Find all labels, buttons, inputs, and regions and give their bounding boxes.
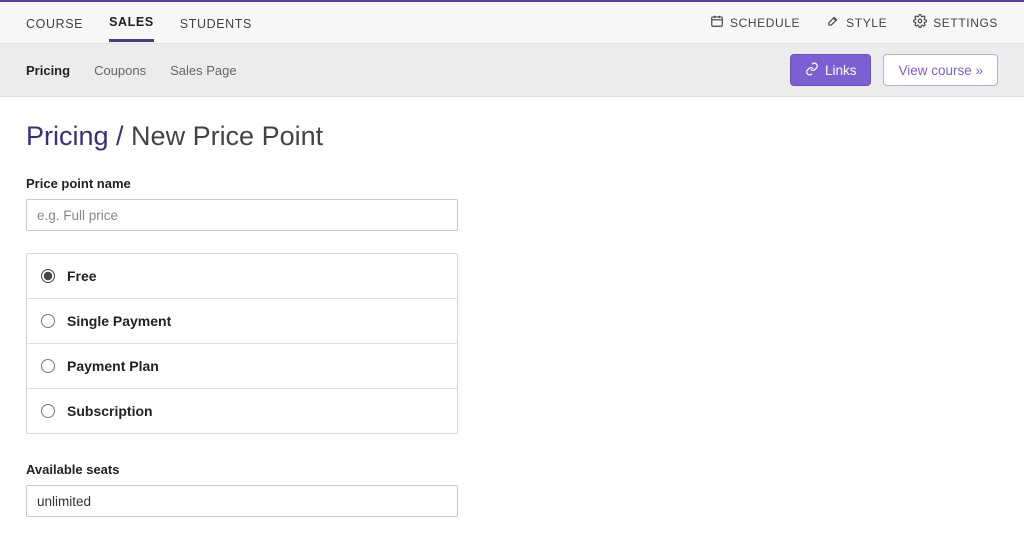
radio-free[interactable]: [41, 269, 55, 283]
view-course-label: View course »: [898, 63, 983, 78]
subnav-pricing[interactable]: Pricing: [26, 63, 70, 78]
radio-row-payment-plan[interactable]: Payment Plan: [27, 343, 457, 388]
links-button-label: Links: [825, 63, 857, 78]
radio-payment-plan[interactable]: [41, 359, 55, 373]
radio-row-subscription[interactable]: Subscription: [27, 388, 457, 433]
price-point-name-label: Price point name: [26, 176, 998, 191]
nav-sales[interactable]: SALES: [109, 3, 154, 42]
radio-single-payment-label: Single Payment: [67, 313, 171, 329]
sub-nav: Pricing Coupons Sales Page Links View co…: [0, 44, 1024, 97]
nav-schedule[interactable]: SCHEDULE: [710, 14, 800, 31]
available-seats-input[interactable]: [26, 485, 458, 517]
content-area: Pricing / New Price Point Price point na…: [0, 97, 1024, 557]
nav-settings[interactable]: SETTINGS: [913, 14, 998, 31]
link-icon: [805, 62, 819, 79]
radio-subscription[interactable]: [41, 404, 55, 418]
price-type-radio-list: Free Single Payment Payment Plan Subscri…: [26, 253, 458, 434]
radio-row-free[interactable]: Free: [27, 254, 457, 298]
nav-style[interactable]: STYLE: [826, 14, 887, 31]
view-course-button[interactable]: View course »: [883, 54, 998, 86]
gear-icon: [913, 14, 927, 31]
main-nav-left: COURSE SALES STUDENTS: [26, 3, 252, 42]
links-button[interactable]: Links: [790, 54, 872, 86]
nav-settings-label: SETTINGS: [933, 16, 998, 30]
main-nav: COURSE SALES STUDENTS SCHEDULE STYLE SET…: [0, 2, 1024, 44]
nav-students[interactable]: STUDENTS: [180, 5, 252, 41]
main-nav-right: SCHEDULE STYLE SETTINGS: [710, 14, 998, 31]
nav-schedule-label: SCHEDULE: [730, 16, 800, 30]
available-seats-label: Available seats: [26, 462, 998, 477]
subnav-coupons[interactable]: Coupons: [94, 63, 146, 78]
sub-nav-right: Links View course »: [790, 54, 998, 86]
sub-nav-left: Pricing Coupons Sales Page: [26, 63, 237, 78]
nav-style-label: STYLE: [846, 16, 887, 30]
subnav-sales-page[interactable]: Sales Page: [170, 63, 237, 78]
brush-icon: [826, 14, 840, 31]
nav-course[interactable]: COURSE: [26, 5, 83, 41]
radio-payment-plan-label: Payment Plan: [67, 358, 159, 374]
radio-single-payment[interactable]: [41, 314, 55, 328]
calendar-icon: [710, 14, 724, 31]
price-point-name-input[interactable]: [26, 199, 458, 231]
breadcrumb-root: Pricing /: [26, 121, 124, 151]
radio-free-label: Free: [67, 268, 97, 284]
page-title: Pricing / New Price Point: [26, 121, 998, 152]
breadcrumb-current: New Price Point: [124, 121, 324, 151]
radio-row-single-payment[interactable]: Single Payment: [27, 298, 457, 343]
radio-subscription-label: Subscription: [67, 403, 153, 419]
